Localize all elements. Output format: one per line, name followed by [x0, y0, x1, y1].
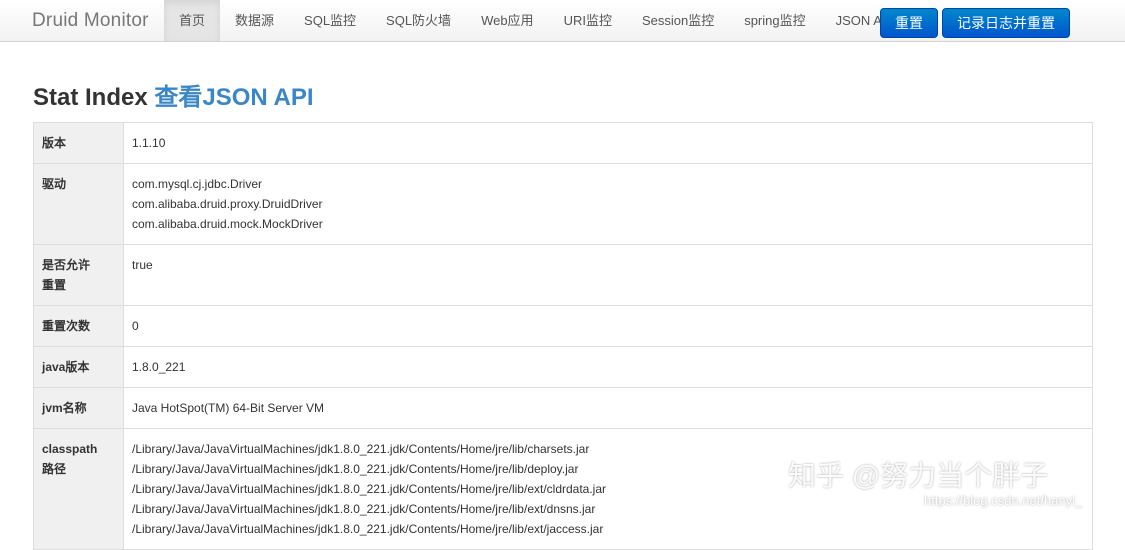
- stat-key-line: classpath: [42, 442, 98, 456]
- driver-item: com.alibaba.druid.mock.MockDriver: [132, 217, 323, 231]
- table-row: 驱动 com.mysql.cj.jdbc.Driver com.alibaba.…: [33, 163, 1093, 245]
- stat-key: jvm名称: [33, 387, 124, 429]
- nav-item-spring-monitor[interactable]: spring监控: [729, 0, 820, 41]
- stat-value: 0: [123, 305, 1093, 347]
- json-api-link[interactable]: 查看JSON API: [154, 84, 313, 111]
- stat-key: 驱动: [33, 163, 124, 245]
- top-navbar: Druid Monitor 首页 数据源 SQL监控 SQL防火墙 Web应用 …: [0, 0, 1125, 42]
- nav-item-home[interactable]: 首页: [164, 0, 221, 41]
- brand-logo[interactable]: Druid Monitor: [32, 10, 149, 32]
- reset-button[interactable]: 重置: [880, 8, 938, 38]
- nav-item-uri-monitor[interactable]: URI监控: [549, 0, 627, 41]
- watermark-url: https://blog.csdn.net/hanyi_: [924, 493, 1083, 508]
- stat-value: 1.1.10: [123, 122, 1093, 164]
- stat-key: 是否允许 重置: [33, 244, 124, 306]
- page-title: Stat Index 查看JSON API: [33, 77, 314, 112]
- stat-key: 版本: [33, 122, 124, 164]
- stat-key: java版本: [33, 346, 124, 388]
- table-row: jvm名称 Java HotSpot(TM) 64-Bit Server VM: [33, 387, 1093, 429]
- stat-value: 1.8.0_221: [123, 346, 1093, 388]
- stat-key-line: 路径: [42, 462, 67, 476]
- nav-item-web-app[interactable]: Web应用: [466, 0, 549, 41]
- stat-key: classpath 路径: [33, 428, 124, 550]
- watermark-text: 知乎 @努力当个胖子: [788, 460, 1049, 491]
- table-row: java版本 1.8.0_221: [33, 346, 1093, 388]
- driver-item: com.mysql.cj.jdbc.Driver: [132, 177, 263, 191]
- main-nav: 首页 数据源 SQL监控 SQL防火墙 Web应用 URI监控 Session监…: [164, 0, 909, 41]
- stat-key-line: 重置: [42, 278, 67, 292]
- stat-value-list: com.mysql.cj.jdbc.Driver com.alibaba.dru…: [123, 163, 1093, 245]
- table-row: 重置次数 0: [33, 305, 1093, 347]
- stat-value: true: [123, 244, 1093, 306]
- nav-item-datasource[interactable]: 数据源: [220, 0, 289, 41]
- nav-item-sql-monitor[interactable]: SQL监控: [289, 0, 371, 41]
- classpath-item: /Library/Java/JavaVirtualMachines/jdk1.8…: [132, 522, 604, 536]
- driver-item: com.alibaba.druid.proxy.DruidDriver: [132, 197, 323, 211]
- log-and-reset-button[interactable]: 记录日志并重置: [942, 8, 1070, 38]
- table-row: 是否允许 重置 true: [33, 244, 1093, 306]
- stat-key: 重置次数: [33, 305, 124, 347]
- nav-item-session-monitor[interactable]: Session监控: [627, 0, 729, 41]
- nav-item-sql-firewall[interactable]: SQL防火墙: [371, 0, 466, 41]
- page-title-text: Stat Index: [33, 84, 148, 111]
- stat-value: Java HotSpot(TM) 64-Bit Server VM: [123, 387, 1093, 429]
- stat-key-line: 是否允许: [42, 258, 91, 272]
- table-row: 版本 1.1.10: [33, 122, 1093, 164]
